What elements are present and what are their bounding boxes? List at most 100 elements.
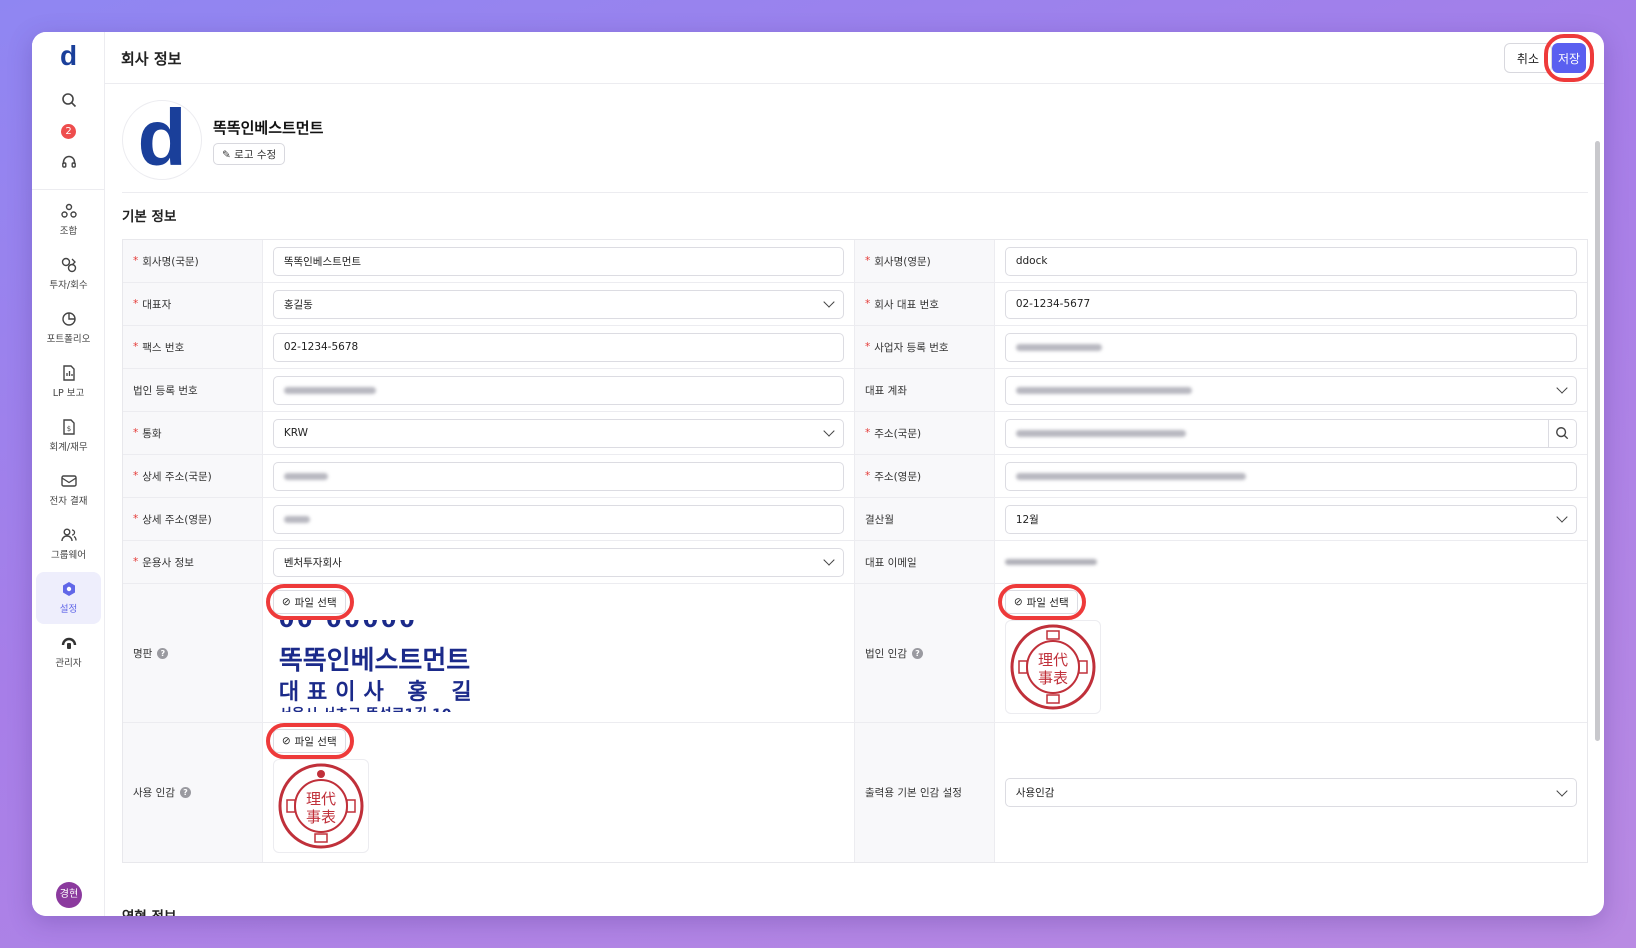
- save-button[interactable]: 저장: [1552, 43, 1586, 73]
- address-kr-input[interactable]: [1004, 418, 1549, 448]
- sidebar-item-label: 설정: [59, 604, 78, 615]
- svg-text:理代: 理代: [1038, 651, 1068, 669]
- corp-seal-preview: 理代 事表: [1004, 620, 1101, 714]
- paperclip-icon: ⊘: [1013, 596, 1023, 608]
- chevron-down-icon: [1556, 511, 1568, 523]
- sidebar-item-label: 포트폴리오: [46, 334, 91, 345]
- paperclip-icon: ⊘: [281, 596, 291, 608]
- sidebar-divider: [32, 189, 105, 190]
- search-icon[interactable]: [32, 92, 105, 112]
- detail-address-en-input[interactable]: [272, 504, 844, 534]
- fax-input[interactable]: 02-1234-5678: [272, 332, 844, 362]
- field-label: 회사명(영문): [874, 255, 931, 268]
- redacted-value: [283, 472, 328, 480]
- currency-select[interactable]: KRW: [272, 418, 844, 448]
- field-label: 주소(영문): [874, 470, 922, 483]
- section-divider: [122, 192, 1588, 193]
- field-label: 회사 대표 번호: [874, 298, 939, 311]
- sidebar: d 2 조합 투자/회수 포트폴리오 LP 보고 $ 회계/재무 전자 결재 그…: [32, 32, 105, 916]
- sidebar-item-label: 회계/재무: [49, 442, 88, 453]
- portfolio-icon: [61, 312, 76, 326]
- field-label: 명판: [133, 647, 153, 660]
- chevron-down-icon: [1556, 382, 1568, 394]
- sidebar-item-admin[interactable]: 관리자: [36, 626, 101, 678]
- chevron-down-icon: [823, 554, 835, 566]
- company-name: 똑똑인베스트먼트: [213, 119, 324, 137]
- field-label: 대표자: [142, 298, 172, 311]
- svg-text:事表: 事表: [1038, 669, 1068, 687]
- form-row: * 운용사 정보 벤처투자회사 대표 이메일: [123, 541, 1587, 584]
- company-name-kr-input[interactable]: 똑똑인베스트먼트: [272, 246, 844, 276]
- help-icon[interactable]: ?: [179, 787, 191, 798]
- sidebar-item-label: 조합: [59, 226, 78, 237]
- business-card-file-button[interactable]: ⊘ 파일 선택: [272, 590, 346, 614]
- corp-seal-file-button[interactable]: ⊘ 파일 선택: [1004, 590, 1078, 614]
- app-logo[interactable]: d: [32, 40, 105, 72]
- sidebar-item-portfolio[interactable]: 포트폴리오: [36, 302, 101, 354]
- ceo-select[interactable]: 홍길동: [272, 289, 844, 319]
- admin-icon: [61, 637, 76, 649]
- operator-info-select[interactable]: 벤처투자회사: [272, 547, 844, 577]
- field-label: 법인 인감: [865, 647, 907, 660]
- address-en-input[interactable]: [1004, 461, 1577, 491]
- sidebar-item-lp-report[interactable]: LP 보고: [36, 356, 101, 408]
- detail-address-kr-input[interactable]: [272, 461, 844, 491]
- field-label: 팩스 번호: [142, 341, 185, 354]
- field-label: 주소(국문): [874, 427, 922, 440]
- logo-edit-button[interactable]: ✎ 로고 수정: [213, 143, 286, 165]
- business-card-preview: 00 00000 똑똑인베스트먼트 대표이사 홍 길 동 서울시 서초구 뚝섬로…: [272, 620, 497, 712]
- section-title-history: 연혁 정보: [122, 905, 176, 916]
- address-search-button[interactable]: [1548, 418, 1577, 448]
- sidebar-item-accounting[interactable]: $ 회계/재무: [36, 410, 101, 462]
- sidebar-item-label: 전자 결재: [49, 496, 88, 507]
- svg-text:事表: 事表: [306, 808, 336, 826]
- corp-reg-no-input[interactable]: [272, 375, 844, 405]
- redacted-value: [1015, 429, 1186, 437]
- cancel-button[interactable]: 취소: [1503, 43, 1552, 73]
- vertical-scrollbar[interactable]: [1595, 141, 1600, 741]
- sidebar-item-approval[interactable]: 전자 결재: [36, 464, 101, 516]
- sidebar-item-groupware[interactable]: 그룹웨어: [36, 518, 101, 570]
- form-row: 법인 등록 번호 대표 계좌: [123, 369, 1587, 412]
- main-account-select[interactable]: [1004, 375, 1577, 405]
- help-icon[interactable]: ?: [157, 647, 169, 659]
- field-label: 출력용 기본 인감 설정: [865, 787, 962, 799]
- print-seal-default-select[interactable]: 사용인감: [1004, 778, 1577, 807]
- main-content: d 똑똑인베스트먼트 ✎ 로고 수정 기본 정보 * 회사명(국문) 똑똑인베스트…: [105, 85, 1604, 916]
- form-row: * 통화 KRW * 주소(국문): [123, 412, 1587, 455]
- search-icon: [1556, 427, 1569, 440]
- company-name-en-input[interactable]: ddock: [1004, 246, 1577, 276]
- sidebar-item-investment[interactable]: 투자/회수: [36, 248, 101, 300]
- usage-seal-preview: 理代 事表: [272, 759, 369, 853]
- seal-image: 理代 事表: [278, 763, 364, 849]
- report-icon: [62, 365, 75, 381]
- sidebar-item-label: LP 보고: [52, 388, 85, 399]
- form-row: 명판? ⊘파일 선택 00 00000 똑똑인베스트먼트 대표이사 홍 길 동 …: [123, 584, 1587, 723]
- section-title-basic: 기본 정보: [122, 209, 177, 225]
- business-reg-no-input[interactable]: [1004, 332, 1577, 362]
- groupware-icon: [60, 528, 77, 542]
- field-label: 회사명(국문): [142, 255, 199, 268]
- fiscal-month-select[interactable]: 12월: [1004, 504, 1577, 534]
- form-row: * 팩스 번호 02-1234-5678 * 사업자 등록 번호: [123, 326, 1587, 369]
- usage-seal-file-button[interactable]: ⊘ 파일 선택: [272, 729, 346, 753]
- main-phone-input[interactable]: 02-1234-5677: [1004, 289, 1577, 319]
- avatar[interactable]: 경현: [56, 882, 82, 908]
- field-label: 운용사 정보: [142, 556, 194, 569]
- sidebar-item-settings[interactable]: 설정: [36, 572, 101, 624]
- redacted-value: [1015, 343, 1102, 351]
- help-icon[interactable]: ?: [911, 647, 923, 659]
- sidebar-item-label: 그룹웨어: [51, 550, 86, 561]
- approval-icon: [60, 475, 77, 487]
- company-logo: d: [122, 98, 202, 180]
- notification-badge[interactable]: 2: [61, 124, 76, 139]
- form-row: * 상세 주소(국문) * 주소(영문): [123, 455, 1587, 498]
- page-header: 회사 정보 취소 저장: [105, 32, 1604, 84]
- field-label: 대표 이메일: [865, 556, 917, 569]
- redacted-value: [1015, 472, 1246, 480]
- svg-text:$: $: [66, 425, 70, 433]
- headset-icon[interactable]: [32, 154, 105, 174]
- sidebar-item-union[interactable]: 조합: [36, 194, 101, 246]
- form-row: * 대표자 홍길동 * 회사 대표 번호 02-1234-5677: [123, 283, 1587, 326]
- page-title: 회사 정보: [121, 50, 182, 68]
